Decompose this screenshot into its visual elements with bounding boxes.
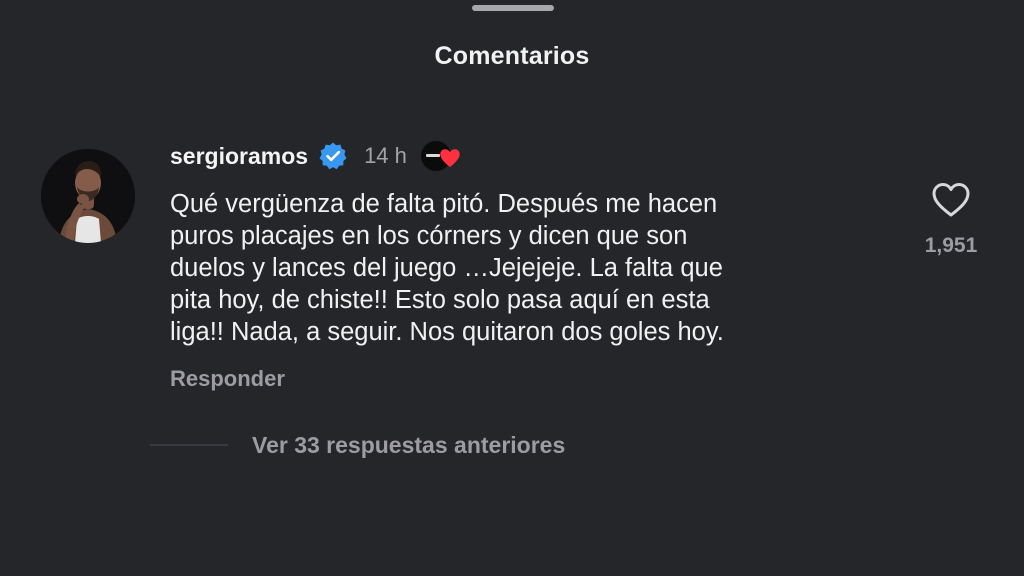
avatar-photo-icon bbox=[41, 149, 135, 243]
comment-text: Qué vergüenza de falta pitó. Después me … bbox=[170, 190, 724, 346]
heart-outline-icon[interactable] bbox=[930, 180, 972, 220]
like-count: 1,951 bbox=[924, 234, 978, 257]
sheet-title: Comentarios bbox=[434, 42, 590, 70]
avatar[interactable] bbox=[41, 149, 135, 243]
comment-timestamp: 14 h bbox=[364, 143, 407, 168]
username[interactable]: sergioramos bbox=[170, 143, 308, 170]
view-replies-label: Ver 33 respuestas anteriores bbox=[252, 431, 566, 458]
comment-header: sergioramos 14 h bbox=[170, 138, 465, 174]
reply-button[interactable]: Responder bbox=[170, 366, 285, 392]
comments-sheet: Comentarios sergioramos 14 h Qué vergüen… bbox=[0, 0, 1024, 576]
replies-divider bbox=[150, 444, 228, 446]
heart-reaction-icon bbox=[419, 139, 465, 173]
like-group: 1,951 bbox=[915, 180, 987, 258]
view-replies-button[interactable]: Ver 33 respuestas anteriores bbox=[150, 428, 565, 462]
drag-handle[interactable] bbox=[472, 5, 554, 11]
verified-badge-icon bbox=[318, 141, 348, 171]
